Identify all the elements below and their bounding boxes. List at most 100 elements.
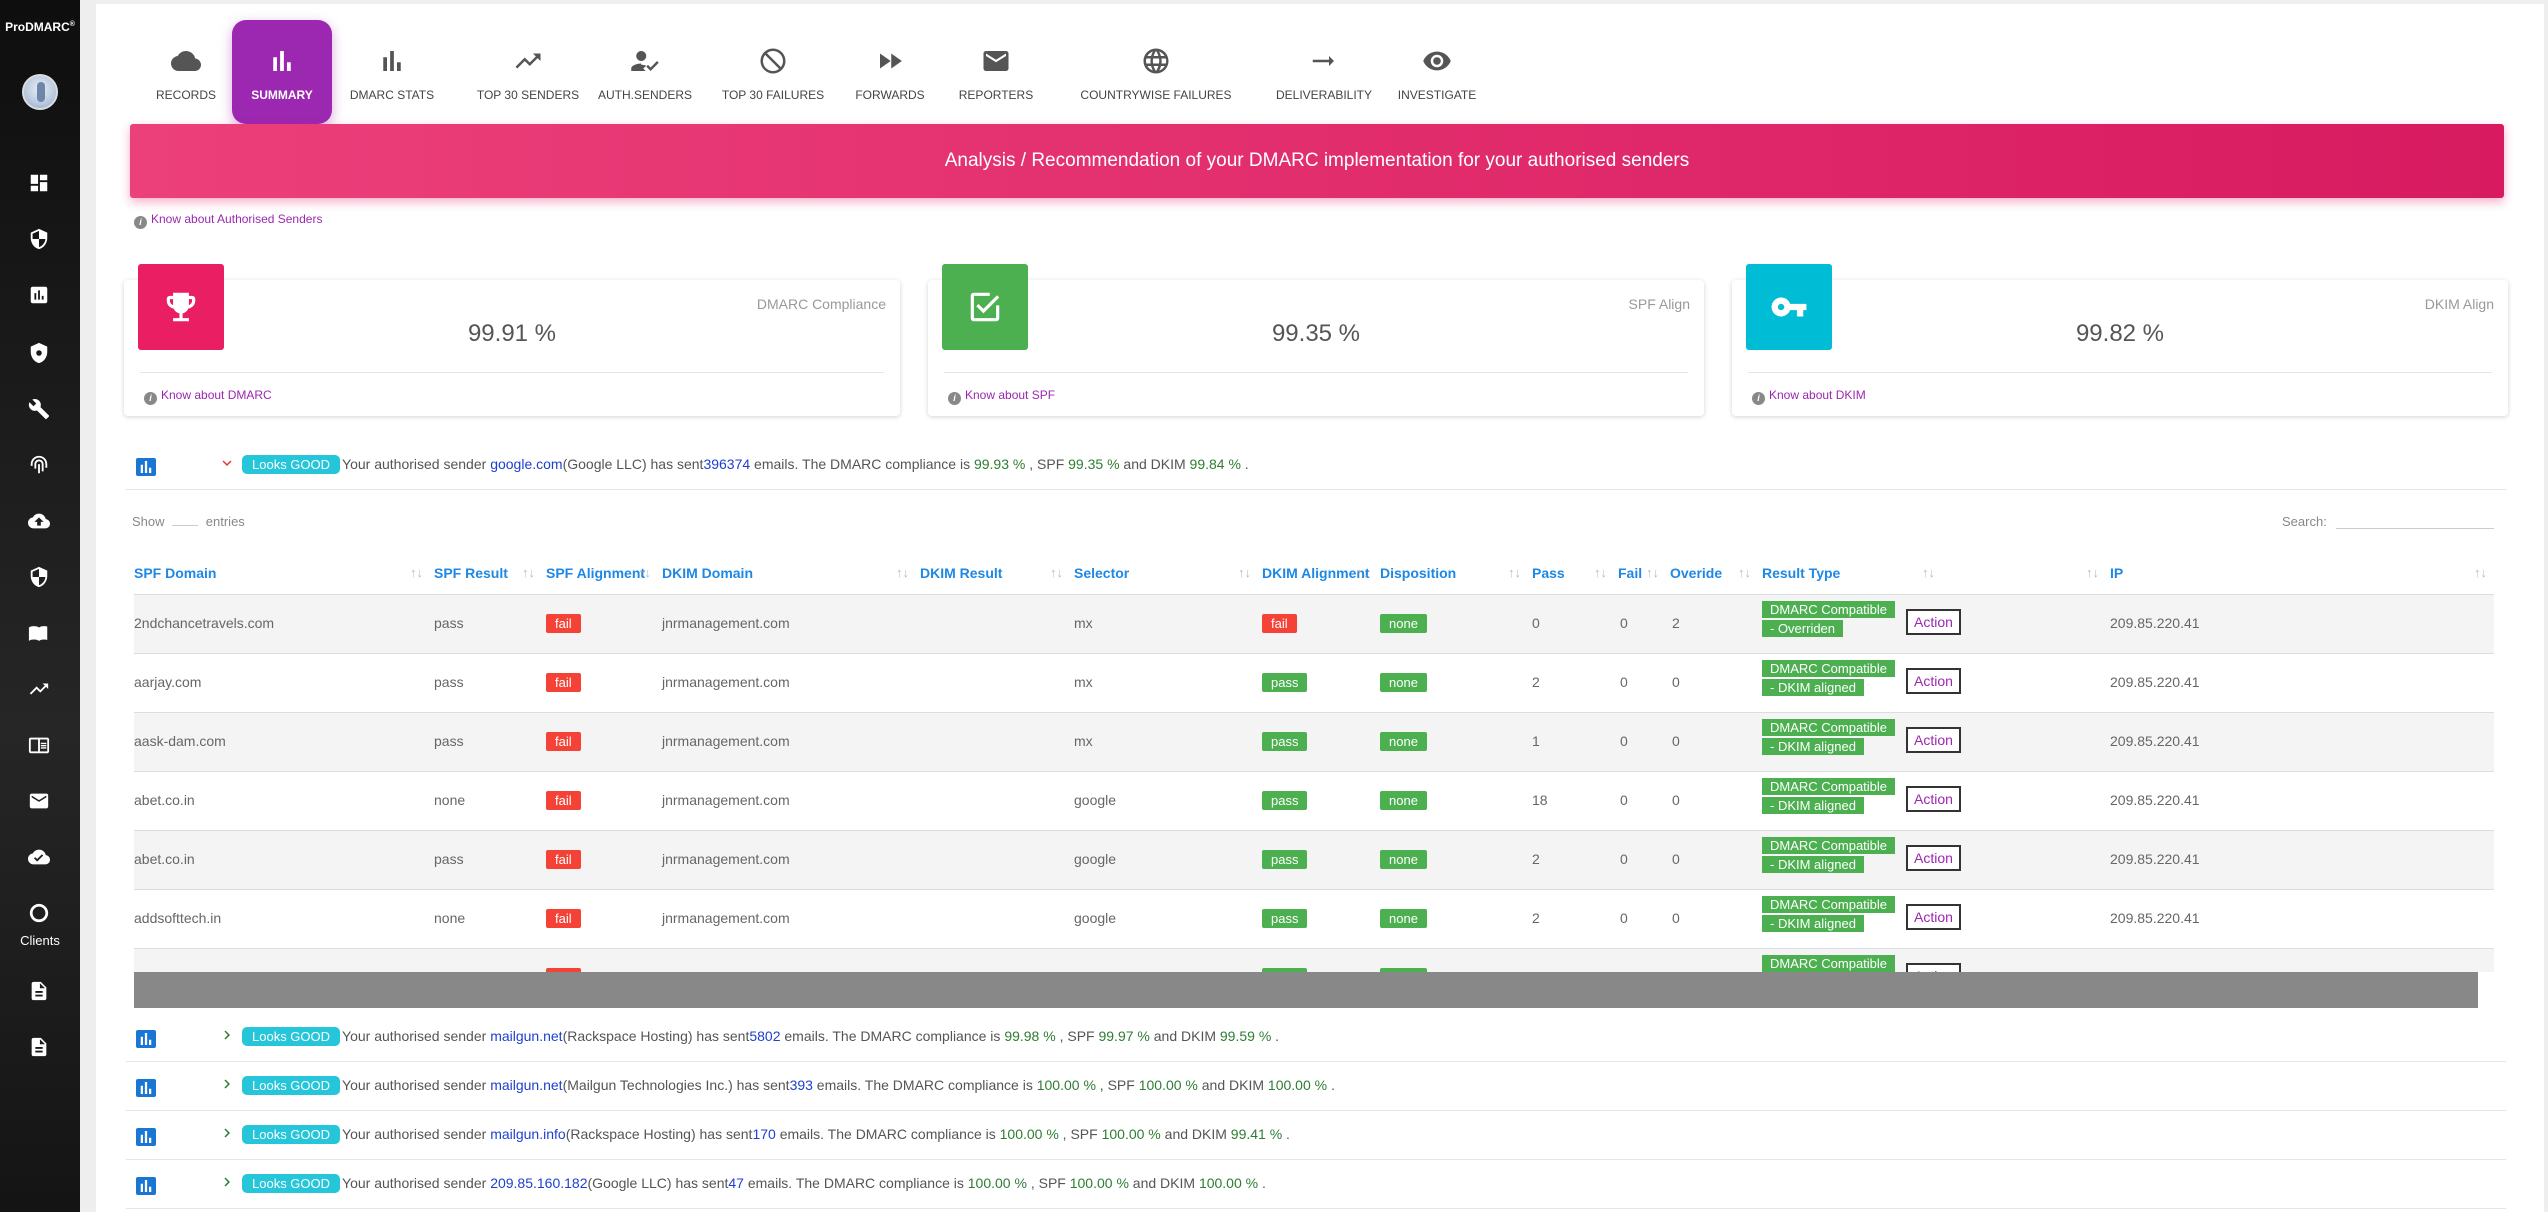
cloud-check-icon[interactable] bbox=[28, 846, 52, 870]
tab-dmarc-stats[interactable]: DMARC STATS bbox=[340, 20, 444, 124]
tab-records[interactable]: RECORDS bbox=[134, 20, 238, 124]
action-button[interactable]: Action bbox=[1906, 845, 1961, 871]
tab-auth-senders[interactable]: AUTH.SENDERS bbox=[590, 20, 700, 124]
chart-icon[interactable] bbox=[28, 284, 52, 308]
sort-icon[interactable]: ↑↓ bbox=[2086, 552, 2099, 594]
column-header[interactable]: Overide bbox=[1670, 552, 1722, 594]
status-badge: Looks GOOD bbox=[242, 1027, 341, 1046]
cloud-upload-icon[interactable] bbox=[28, 510, 52, 534]
sort-icon[interactable]: ↑↓ bbox=[522, 552, 535, 594]
book-open-icon[interactable] bbox=[28, 734, 52, 758]
sender-domain-link[interactable]: 209.85.160.182 bbox=[490, 1175, 587, 1191]
action-button[interactable]: Action bbox=[1906, 727, 1961, 753]
sort-icon[interactable]: ↑↓ bbox=[410, 552, 423, 594]
mail-icon[interactable] bbox=[28, 790, 52, 814]
wrench-icon[interactable] bbox=[28, 398, 52, 422]
sender-domain-link[interactable]: mailgun.net bbox=[490, 1077, 562, 1093]
sender-domain-link[interactable]: mailgun.net bbox=[490, 1028, 562, 1044]
sort-icon[interactable]: ↑↓ bbox=[638, 552, 651, 594]
column-header[interactable]: SPF Result bbox=[434, 552, 508, 594]
chevron-right-icon[interactable] bbox=[218, 1026, 238, 1050]
card-info-link[interactable]: i Know about DKIM bbox=[1752, 388, 1866, 405]
sender-domain-link[interactable]: mailgun.info bbox=[490, 1126, 566, 1142]
sort-icon[interactable]: ↑↓ bbox=[896, 552, 909, 594]
clients-label[interactable]: Clients bbox=[0, 933, 80, 948]
arrow-right-icon bbox=[1308, 46, 1340, 78]
sort-icon[interactable]: ↑↓ bbox=[1646, 552, 1659, 594]
book-icon[interactable] bbox=[28, 622, 52, 646]
chevron-right-icon[interactable] bbox=[218, 1173, 238, 1197]
chevron-down-icon[interactable] bbox=[218, 454, 238, 478]
bar-chart-icon[interactable] bbox=[136, 1030, 156, 1048]
column-header[interactable]: IP bbox=[2110, 552, 2123, 594]
result-type: DMARC Compatible- DKIM aligned bbox=[1762, 837, 1896, 875]
action-button[interactable]: Action bbox=[1906, 609, 1961, 635]
card-info-link[interactable]: i Know about SPF bbox=[948, 388, 1055, 405]
fingerprint-icon[interactable] bbox=[28, 454, 52, 478]
security-icon[interactable] bbox=[28, 566, 52, 590]
disposition-pill: none bbox=[1380, 791, 1427, 810]
table-horizontal-scrollbar[interactable] bbox=[134, 972, 2478, 1008]
action-button[interactable]: Action bbox=[1906, 668, 1961, 694]
result-type: DMARC Compatible - Overriden bbox=[1762, 601, 1896, 639]
tab-top-30-senders[interactable]: TOP 30 SENDERS bbox=[460, 20, 596, 124]
dashboard-icon[interactable] bbox=[28, 172, 52, 196]
entries-select[interactable] bbox=[172, 525, 199, 526]
column-header[interactable]: Result Type bbox=[1762, 552, 1840, 594]
sender-row[interactable]: Looks GOOD Your authorised sender 209.85.… bbox=[126, 1161, 2506, 1209]
tab-deliverability[interactable]: DELIVERABILITY bbox=[1272, 20, 1376, 124]
column-header[interactable]: DKIM Alignment bbox=[1262, 552, 1370, 594]
document-icon[interactable] bbox=[28, 1036, 52, 1060]
bar-chart-icon[interactable] bbox=[136, 1177, 156, 1195]
know-auth-senders-link[interactable]: i Know about Authorised Senders bbox=[134, 212, 322, 229]
tab-top-30-failures[interactable]: TOP 30 FAILURES bbox=[710, 20, 836, 124]
sender-row[interactable]: Looks GOOD Your authorised sender google.… bbox=[126, 442, 2506, 490]
shield-icon[interactable] bbox=[28, 228, 52, 252]
bar-chart-icon[interactable] bbox=[136, 1128, 156, 1146]
sort-icon[interactable]: ↑↓ bbox=[1050, 552, 1063, 594]
app-logo[interactable]: ProDMARC® bbox=[0, 20, 80, 34]
column-header[interactable]: DKIM Result bbox=[920, 552, 1002, 594]
tab-reporters[interactable]: REPORTERS bbox=[948, 20, 1044, 124]
sort-icon[interactable]: ↑↓ bbox=[1508, 552, 1521, 594]
sender-domain-link[interactable]: google.com bbox=[490, 456, 562, 472]
action-button[interactable]: Action bbox=[1906, 963, 1961, 972]
card-title: DMARC Compliance bbox=[756, 296, 886, 312]
action-button[interactable]: Action bbox=[1906, 786, 1961, 812]
sender-row[interactable]: Looks GOOD Your authorised sender mailgun… bbox=[126, 1112, 2506, 1160]
sort-icon[interactable]: ↑↓ bbox=[1594, 552, 1607, 594]
avatar[interactable] bbox=[22, 74, 58, 110]
bar-chart-icon[interactable] bbox=[136, 458, 156, 476]
sender-row[interactable]: Looks GOOD Your authorised sender mailgun… bbox=[126, 1014, 2506, 1062]
card-info-link[interactable]: i Know about DMARC bbox=[144, 388, 272, 405]
tab-forwards[interactable]: FORWARDS bbox=[842, 20, 938, 124]
shield-gear-icon[interactable] bbox=[28, 342, 52, 366]
column-header[interactable]: Pass bbox=[1532, 552, 1565, 594]
search-input[interactable] bbox=[2336, 515, 2495, 529]
column-header[interactable]: Fail bbox=[1618, 552, 1642, 594]
trending-icon[interactable] bbox=[28, 678, 52, 702]
column-header[interactable]: Disposition bbox=[1380, 552, 1456, 594]
sender-row[interactable]: Looks GOOD Your authorised sender mailgun… bbox=[126, 1063, 2506, 1111]
table-row: 2ndchancetravels.com pass fail jnrmanagemen… bbox=[134, 594, 2494, 653]
sort-icon[interactable]: ↑↓ bbox=[1738, 552, 1751, 594]
column-header[interactable]: SPF Alignment bbox=[546, 552, 645, 594]
action-button[interactable]: Action bbox=[1906, 904, 1961, 930]
column-header[interactable]: Selector bbox=[1074, 552, 1129, 594]
column-header[interactable]: DKIM Domain bbox=[662, 552, 753, 594]
sort-icon[interactable]: ↑↓ bbox=[1922, 552, 1935, 594]
result-type: DMARC Compatible- DKIM aligned bbox=[1762, 778, 1896, 816]
tab-investigate[interactable]: INVESTIGATE bbox=[1388, 20, 1486, 124]
sort-icon[interactable]: ↑↓ bbox=[2474, 552, 2487, 594]
tab-summary[interactable]: SUMMARY bbox=[232, 20, 332, 124]
chevron-right-icon[interactable] bbox=[218, 1124, 238, 1148]
column-header[interactable]: SPF Domain bbox=[134, 552, 216, 594]
document-icon[interactable] bbox=[28, 980, 52, 1004]
bar-chart-icon[interactable] bbox=[136, 1079, 156, 1097]
sort-icon[interactable]: ↑↓ bbox=[1356, 552, 1369, 594]
sort-icon[interactable]: ↑↓ bbox=[1238, 552, 1251, 594]
tab-countrywise-failures[interactable]: COUNTRYWISE FAILURES bbox=[1056, 20, 1256, 124]
circle-icon[interactable] bbox=[28, 902, 52, 926]
chevron-right-icon[interactable] bbox=[218, 1075, 238, 1099]
status-badge: Looks GOOD bbox=[242, 1174, 341, 1193]
